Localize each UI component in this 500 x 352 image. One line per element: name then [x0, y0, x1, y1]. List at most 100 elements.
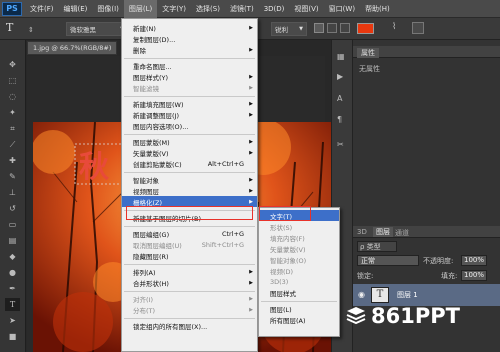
layer-name[interactable]: 图层 1 [397, 290, 418, 300]
marquee-tool-icon[interactable]: ⬚ [5, 74, 20, 87]
text-color-swatch[interactable] [357, 23, 374, 34]
type-tool-icon[interactable]: T [5, 298, 20, 311]
menu-item[interactable]: 图层样式 [259, 287, 339, 298]
menu-file[interactable]: 文件(F) [25, 0, 59, 18]
tab-3d[interactable]: 3D [357, 228, 367, 236]
menu-select[interactable]: 选择(S) [191, 0, 225, 18]
layer-filter-select[interactable]: ρ 类型 [357, 241, 397, 252]
clone-stamp-icon[interactable]: ⊥ [5, 186, 20, 199]
properties-header: 属性 [353, 46, 500, 58]
menu-separator [124, 95, 255, 97]
tool-presets-icon[interactable]: ✂ [337, 140, 349, 150]
dodge-tool-icon[interactable]: ● [5, 266, 20, 279]
menu-3d[interactable]: 3D(D) [259, 0, 290, 18]
history-panel-icon[interactable]: ▦ [337, 52, 349, 62]
menu-item-label: 新建(N) [133, 24, 156, 33]
menu-item-shortcut: Shift+Ctrl+G [201, 240, 244, 249]
menu-item[interactable]: 隐藏图层(R) [122, 250, 257, 261]
menu-item-label: 智能对象(O) [270, 256, 307, 265]
font-family-select[interactable]: 微软雅黑▼ [66, 22, 128, 36]
move-tool-icon[interactable]: ✥ [5, 58, 20, 71]
fill-field[interactable]: 100% [461, 270, 487, 281]
submenu-arrow-icon: ▶ [249, 138, 253, 145]
menu-item-label: 分布(T) [133, 306, 156, 315]
menu-item[interactable]: 锁定组内的所有图层(X)... [122, 320, 257, 331]
menu-type[interactable]: 文字(Y) [157, 0, 191, 18]
menu-item[interactable]: 合并形状(H) ▶ [122, 277, 257, 288]
crop-tool-icon[interactable]: ⌗ [5, 122, 20, 135]
orientation-toggle-icon[interactable]: ⇕ [28, 26, 38, 34]
menu-item[interactable]: 新建填充图层(W) ▶ [122, 98, 257, 109]
path-select-icon[interactable]: ➤ [5, 314, 20, 327]
menu-separator [124, 290, 255, 292]
menu-item-label: 新建填充图层(W) [133, 100, 184, 109]
gradient-tool-icon[interactable]: ▤ [5, 234, 20, 247]
menu-layer[interactable]: 图层(L) [123, 0, 158, 18]
pen-tool-icon[interactable]: ✒ [5, 282, 20, 295]
character-panel-icon[interactable] [412, 22, 424, 34]
menu-help[interactable]: 帮助(H) [360, 0, 395, 18]
blend-mode-select[interactable]: 正常 [357, 255, 419, 266]
menu-item[interactable]: 删除 ▶ [122, 44, 257, 55]
antialias-select[interactable]: 锐利 ▼ [271, 22, 307, 36]
menu-item[interactable]: 图层蒙版(M) ▶ [122, 136, 257, 147]
menu-item[interactable]: 图层样式(Y) ▶ [122, 71, 257, 82]
tab-channels[interactable]: 通道 [395, 228, 409, 238]
menu-item-label: 智能滤镜 [133, 84, 159, 93]
align-left-icon[interactable] [314, 23, 324, 33]
menu-item-shortcut: Ctrl+G [221, 229, 244, 238]
menu-view[interactable]: 视图(V) [289, 0, 323, 18]
tab-properties[interactable]: 属性 [357, 48, 379, 58]
healing-brush-icon[interactable]: ✚ [5, 154, 20, 167]
menu-item[interactable]: 重命名图层... [122, 60, 257, 71]
menu-item-shortcut: Alt+Ctrl+G [207, 159, 244, 168]
menu-separator [124, 317, 255, 319]
eyedropper-icon[interactable]: ⟋ [5, 138, 20, 151]
menu-separator [124, 57, 255, 59]
menu-item-label: 图层样式(Y) [133, 73, 169, 82]
actions-panel-icon[interactable]: ▶ [337, 72, 349, 82]
brush-tool-icon[interactable]: ✎ [5, 170, 20, 183]
menu-item[interactable]: 创建剪贴蒙版(C) Alt+Ctrl+G [122, 158, 257, 169]
rasterize-submenu: 文字(T) 形状(S) 填充内容(F) 矢量蒙版(V) 智能对象(O) 视频(D) 3D(3… [258, 207, 340, 337]
menu-edit[interactable]: 编辑(E) [59, 0, 93, 18]
menu-item[interactable]: 智能对象 ▶ [122, 174, 257, 185]
menu-item[interactable]: 所有图层(A) [259, 314, 339, 325]
eye-visibility-icon[interactable]: ◉ [358, 290, 365, 299]
opacity-field[interactable]: 100% [461, 255, 487, 266]
layers-tabs: 3D 图层 通道 [353, 226, 500, 238]
submenu-arrow-icon: ▶ [249, 73, 253, 80]
menu-item[interactable]: 新建调整图层(J) ▶ [122, 109, 257, 120]
menu-image[interactable]: 图像(I) [92, 0, 124, 18]
character-panel-icon[interactable]: A [337, 94, 349, 104]
align-center-icon[interactable] [327, 23, 337, 33]
menu-item: 视频(D) [259, 265, 339, 276]
menu-item-label: 新建调整图层(J) [133, 111, 179, 120]
document-tab[interactable]: 1.jpg @ 66.7%(RGB/8#) [27, 41, 117, 55]
menu-item[interactable]: 矢量蒙版(V) ▶ [122, 147, 257, 158]
photoshop-logo: PS [2, 1, 22, 16]
watermark-text: 861PPT [371, 304, 460, 328]
menu-filter[interactable]: 滤镜(T) [225, 0, 259, 18]
tab-layers[interactable]: 图层 [373, 227, 393, 237]
magic-wand-icon[interactable]: ✦ [5, 106, 20, 119]
warp-text-icon[interactable]: ⌇ [392, 22, 404, 34]
menu-item[interactable]: 视频图层 ▶ [122, 185, 257, 196]
menu-item[interactable]: 图层(L) [259, 303, 339, 314]
text-layer-overlay[interactable]: 秋 [79, 142, 109, 186]
rectangle-tool-icon[interactable]: ■ [5, 330, 20, 343]
menu-item: 智能对象(O) [259, 254, 339, 265]
paragraph-panel-icon[interactable]: ¶ [337, 115, 349, 125]
blur-tool-icon[interactable]: ◆ [5, 250, 20, 263]
menu-item[interactable]: 图层内容选项(O)... [122, 120, 257, 131]
menu-item[interactable]: 排列(A) ▶ [122, 266, 257, 277]
menu-item[interactable]: 新建(N) ▶ [122, 22, 257, 33]
lasso-tool-icon[interactable]: ◌ [5, 90, 20, 103]
align-right-icon[interactable] [340, 23, 350, 33]
menu-item[interactable]: 图层编组(G) Ctrl+G [122, 228, 257, 239]
history-brush-icon[interactable]: ↺ [5, 202, 20, 215]
menu-window[interactable]: 窗口(W) [324, 0, 360, 18]
text-tool-icon[interactable]: T [6, 21, 20, 37]
eraser-tool-icon[interactable]: ▭ [5, 218, 20, 231]
menu-item[interactable]: 复制图层(D)... [122, 33, 257, 44]
